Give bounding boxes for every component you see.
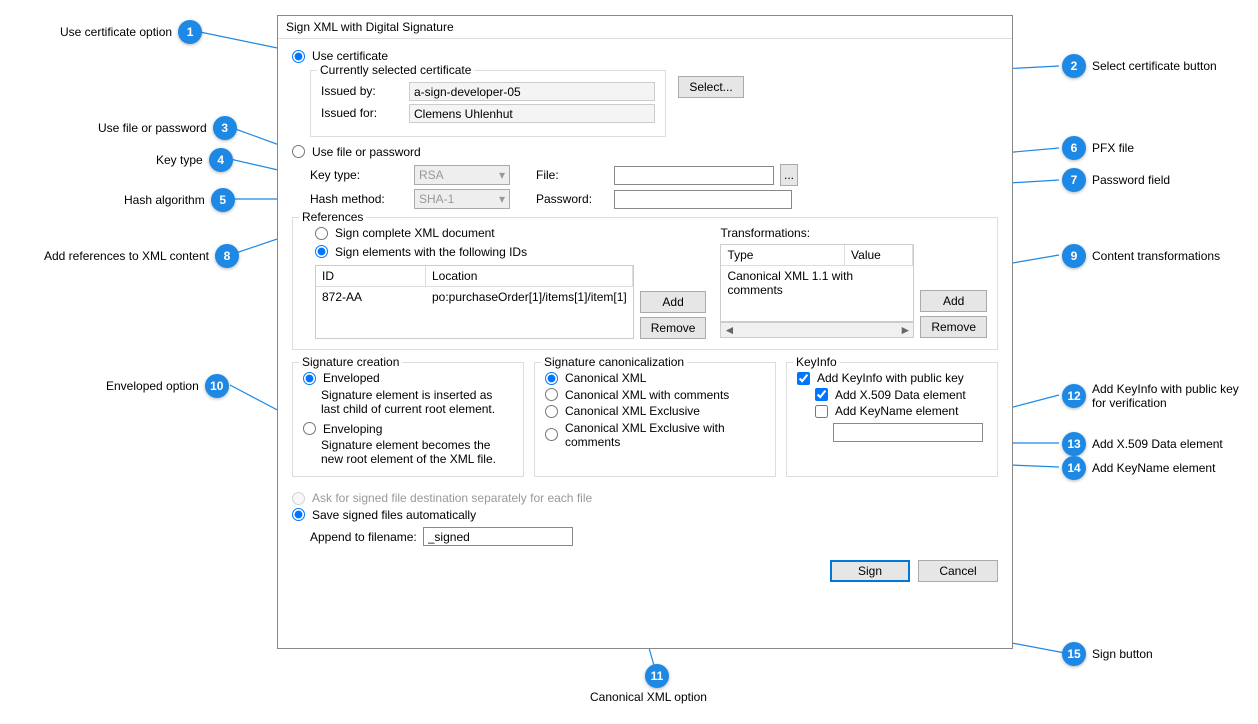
issued-by-value: a-sign-developer-05: [409, 82, 655, 101]
sign-button[interactable]: Sign: [830, 560, 910, 582]
callout-14: 14Add KeyName element: [1062, 456, 1215, 480]
chevron-down-icon: ▾: [499, 192, 505, 206]
scroll-left-icon[interactable]: ◄: [721, 323, 737, 337]
key-type-value: RSA: [419, 168, 444, 182]
callout-10: Enveloped option10: [106, 374, 229, 398]
id-cell: 872-AA: [316, 287, 426, 307]
canon-xml-exclusive-comments-radio[interactable]: Canonical XML Exclusive with comments: [545, 421, 765, 449]
callout-12: 12Add KeyInfo with public key for verifi…: [1062, 382, 1252, 410]
trans-type-cell: Canonical XML 1.1 with comments: [721, 266, 913, 300]
callout-13: 13Add X.509 Data element: [1062, 432, 1223, 456]
id-header[interactable]: ID: [316, 266, 426, 286]
table-row[interactable]: Canonical XML 1.1 with comments: [721, 266, 913, 300]
location-cell: po:purchaseOrder[1]/items[1]/item[1]: [426, 287, 633, 307]
hash-method-label: Hash method:: [310, 192, 408, 206]
refs-add-button[interactable]: Add: [640, 291, 707, 313]
callout-5: Hash algorithm5: [124, 188, 235, 212]
use-file-password-label: Use file or password: [312, 145, 421, 159]
cert-group-legend: Currently selected certificate: [317, 63, 474, 77]
trans-type-header[interactable]: Type: [721, 245, 845, 265]
file-label: File:: [536, 168, 608, 182]
callout-11: Canonical XML option: [590, 690, 707, 704]
key-type-label: Key type:: [310, 168, 408, 182]
add-keyinfo-checkbox[interactable]: Add KeyInfo with public key: [797, 371, 964, 385]
key-type-dropdown[interactable]: RSA ▾: [414, 165, 510, 185]
callout-9: 9Content transformations: [1062, 244, 1220, 268]
chevron-down-icon: ▾: [499, 168, 505, 182]
enveloping-label: Enveloping: [323, 422, 382, 436]
trans-value-header[interactable]: Value: [845, 245, 913, 265]
password-label: Password:: [536, 192, 608, 206]
dialog-title: Sign XML with Digital Signature: [278, 16, 1012, 39]
callout-4: Key type4: [156, 148, 233, 172]
password-input[interactable]: [614, 190, 792, 209]
horizontal-scrollbar[interactable]: ◄ ►: [720, 322, 914, 338]
append-filename-input[interactable]: [423, 527, 573, 546]
issued-for-value: Clemens Uhlenhut: [409, 104, 655, 123]
location-header[interactable]: Location: [426, 266, 633, 286]
issued-for-label: Issued for:: [321, 106, 403, 120]
callout-3: Use file or password3: [98, 116, 237, 140]
enveloped-label: Enveloped: [323, 371, 380, 385]
sign-ids-radio[interactable]: Sign elements with the following IDs: [315, 245, 527, 259]
enveloped-desc: Signature element is inserted as last ch…: [321, 388, 513, 416]
canon-xml-radio[interactable]: Canonical XML: [545, 371, 646, 385]
hash-method-value: SHA-1: [419, 192, 454, 206]
references-legend: References: [299, 210, 366, 224]
scroll-right-icon[interactable]: ►: [897, 323, 913, 337]
sig-creation-legend: Signature creation: [299, 355, 402, 369]
keyinfo-legend: KeyInfo: [793, 355, 840, 369]
trans-remove-button[interactable]: Remove: [920, 316, 987, 338]
canon-xml-comments-radio[interactable]: Canonical XML with comments: [545, 388, 729, 402]
file-input[interactable]: [614, 166, 774, 185]
save-auto-radio[interactable]: Save signed files automatically: [292, 508, 476, 522]
callout-11b: 11: [645, 664, 669, 688]
select-certificate-button[interactable]: Select...: [678, 76, 744, 98]
enveloping-radio[interactable]: Enveloping: [303, 422, 382, 436]
ask-destination-radio: Ask for signed file destination separate…: [292, 491, 592, 505]
issued-by-label: Issued by:: [321, 84, 403, 98]
keyname-input[interactable]: [833, 423, 983, 442]
cancel-button[interactable]: Cancel: [918, 560, 998, 582]
callout-6: 6PFX file: [1062, 136, 1134, 160]
sign-xml-dialog: Sign XML with Digital Signature Use cert…: [277, 15, 1013, 649]
canon-legend: Signature canonicalization: [541, 355, 687, 369]
trans-add-button[interactable]: Add: [920, 290, 987, 312]
use-certificate-label: Use certificate: [312, 49, 388, 63]
add-keyname-checkbox[interactable]: Add KeyName element: [815, 404, 958, 418]
sign-ids-label: Sign elements with the following IDs: [335, 245, 527, 259]
callout-2: 2Select certificate button: [1062, 54, 1217, 78]
callout-7: 7Password field: [1062, 168, 1170, 192]
transformations-label: Transformations:: [720, 226, 987, 240]
sign-complete-radio[interactable]: Sign complete XML document: [315, 226, 495, 240]
enveloped-radio[interactable]: Enveloped: [303, 371, 380, 385]
enveloping-desc: Signature element becomes the new root e…: [321, 438, 513, 466]
sign-complete-label: Sign complete XML document: [335, 226, 495, 240]
refs-remove-button[interactable]: Remove: [640, 317, 707, 339]
table-row[interactable]: 872-AA po:purchaseOrder[1]/items[1]/item…: [316, 287, 633, 307]
append-filename-label: Append to filename:: [310, 530, 417, 544]
use-certificate-radio[interactable]: Use certificate: [292, 49, 388, 63]
add-x509-checkbox[interactable]: Add X.509 Data element: [815, 388, 966, 402]
file-browse-button[interactable]: ...: [780, 164, 798, 186]
callout-1: Use certificate option1: [60, 20, 202, 44]
canon-xml-exclusive-radio[interactable]: Canonical XML Exclusive: [545, 404, 700, 418]
use-file-password-radio[interactable]: Use file or password: [292, 145, 421, 159]
callout-8: Add references to XML content8: [44, 244, 239, 268]
callout-15: 15Sign button: [1062, 642, 1153, 666]
hash-method-dropdown[interactable]: SHA-1 ▾: [414, 189, 510, 209]
